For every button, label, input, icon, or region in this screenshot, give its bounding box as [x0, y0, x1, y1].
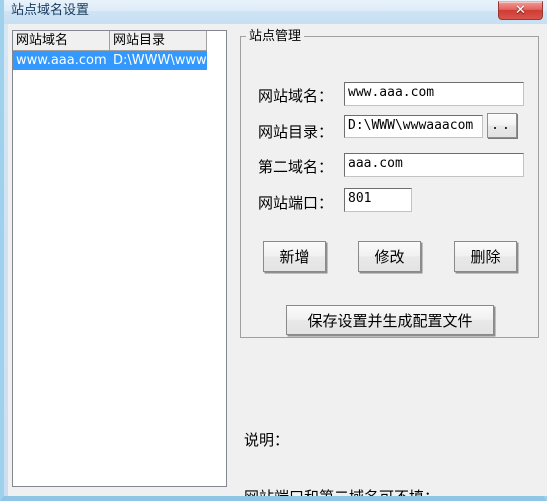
close-icon: ✕: [515, 3, 526, 18]
instructions-text: 说明： 网站端口和第二域名可不填； 网站端口不填默认为80； 设置后请点保存按钮…: [244, 393, 544, 496]
domain-input[interactable]: www.aaa.com: [344, 82, 524, 106]
port-input[interactable]: 801: [344, 188, 412, 212]
note-line: 说明：: [244, 431, 290, 449]
second-domain-input[interactable]: aaa.com: [344, 153, 524, 177]
title-bar[interactable]: 站点域名设置 ✕: [4, 0, 547, 24]
label-directory: 网站目录：: [258, 123, 334, 141]
table-row[interactable]: www.aaa.com D:\WWW\wwwa: [13, 51, 226, 70]
label-second-domain: 第二域名：: [258, 158, 334, 176]
cell-domain: www.aaa.com: [13, 51, 110, 70]
label-domain: 网站域名：: [258, 87, 334, 105]
close-button[interactable]: ✕: [498, 1, 543, 20]
column-header-domain[interactable]: 网站域名: [13, 31, 110, 51]
site-list[interactable]: 网站域名 网站目录 www.aaa.com D:\WWW\wwwa: [12, 30, 227, 487]
label-port: 网站端口：: [258, 194, 334, 212]
window-title: 站点域名设置: [11, 3, 90, 18]
column-header-directory[interactable]: 网站目录: [110, 31, 207, 51]
browse-directory-button[interactable]: ..: [487, 113, 517, 138]
column-header-filler: [207, 31, 226, 51]
client-area: 网站域名 网站目录 www.aaa.com D:\WWW\wwwa 站点管理 网…: [8, 24, 547, 496]
note-line: 网站端口和第二域名可不填；: [244, 488, 544, 496]
edit-button[interactable]: 修改: [358, 241, 421, 272]
site-management-title: 站点管理: [246, 29, 305, 44]
application-window: 站点域名设置 ✕ 网站域名 网站目录 www.aaa.com D:\WWW\ww…: [0, 0, 547, 501]
directory-input[interactable]: D:\WWW\wwwaaacom: [344, 115, 483, 138]
delete-button[interactable]: 删除: [454, 241, 517, 272]
site-list-header: 网站域名 网站目录: [13, 31, 226, 51]
add-button[interactable]: 新增: [263, 241, 326, 272]
cell-directory: D:\WWW\wwwa: [110, 51, 207, 70]
save-settings-button[interactable]: 保存设置并生成配置文件: [286, 305, 494, 335]
site-list-rows: www.aaa.com D:\WWW\wwwa: [13, 51, 226, 70]
